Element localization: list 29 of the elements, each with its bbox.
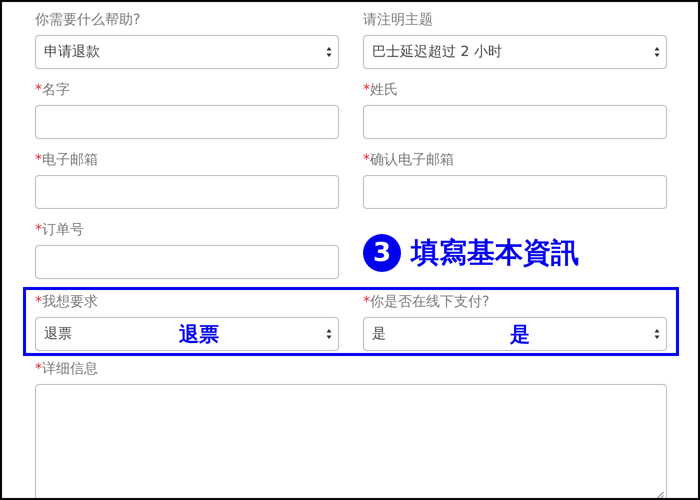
spinner-icon (326, 46, 332, 58)
select-field[interactable]: 是 是 (363, 317, 667, 351)
field-label: *我想要求 (35, 293, 99, 312)
input-field[interactable] (35, 245, 339, 279)
field-label: *姓氏 (363, 81, 399, 100)
input-field[interactable] (35, 175, 339, 209)
step-number-badge: 3 (363, 234, 401, 272)
input-field[interactable] (363, 175, 667, 209)
field-label: *名字 (35, 81, 71, 100)
text-area[interactable] (35, 384, 667, 498)
field-label: *你是否在线下支付? (363, 293, 490, 312)
select-field[interactable]: 巴士延迟超过 2 小时 (363, 35, 667, 69)
step-title: 填寫基本資訊 (411, 234, 579, 270)
field-label: 你需要什么帮助? (35, 11, 142, 30)
field-label: *详细信息 (35, 360, 99, 379)
spinner-icon (654, 46, 660, 58)
field-label: *订单号 (35, 221, 85, 240)
field-label: *确认电子邮箱 (363, 151, 455, 170)
spinner-icon (326, 328, 332, 340)
select-field[interactable]: 退票 退票 (35, 317, 339, 351)
annotation-text: 退票 (178, 320, 220, 348)
field-label: 请注明主题 (363, 11, 434, 30)
field-label: *电子邮箱 (35, 151, 99, 170)
select-field[interactable]: 申请退款 (35, 35, 339, 69)
annotation-text: 是 (509, 320, 531, 348)
spinner-icon (654, 328, 660, 340)
input-field[interactable] (35, 105, 339, 139)
input-field[interactable] (363, 105, 667, 139)
resize-grip-icon (656, 491, 664, 498)
